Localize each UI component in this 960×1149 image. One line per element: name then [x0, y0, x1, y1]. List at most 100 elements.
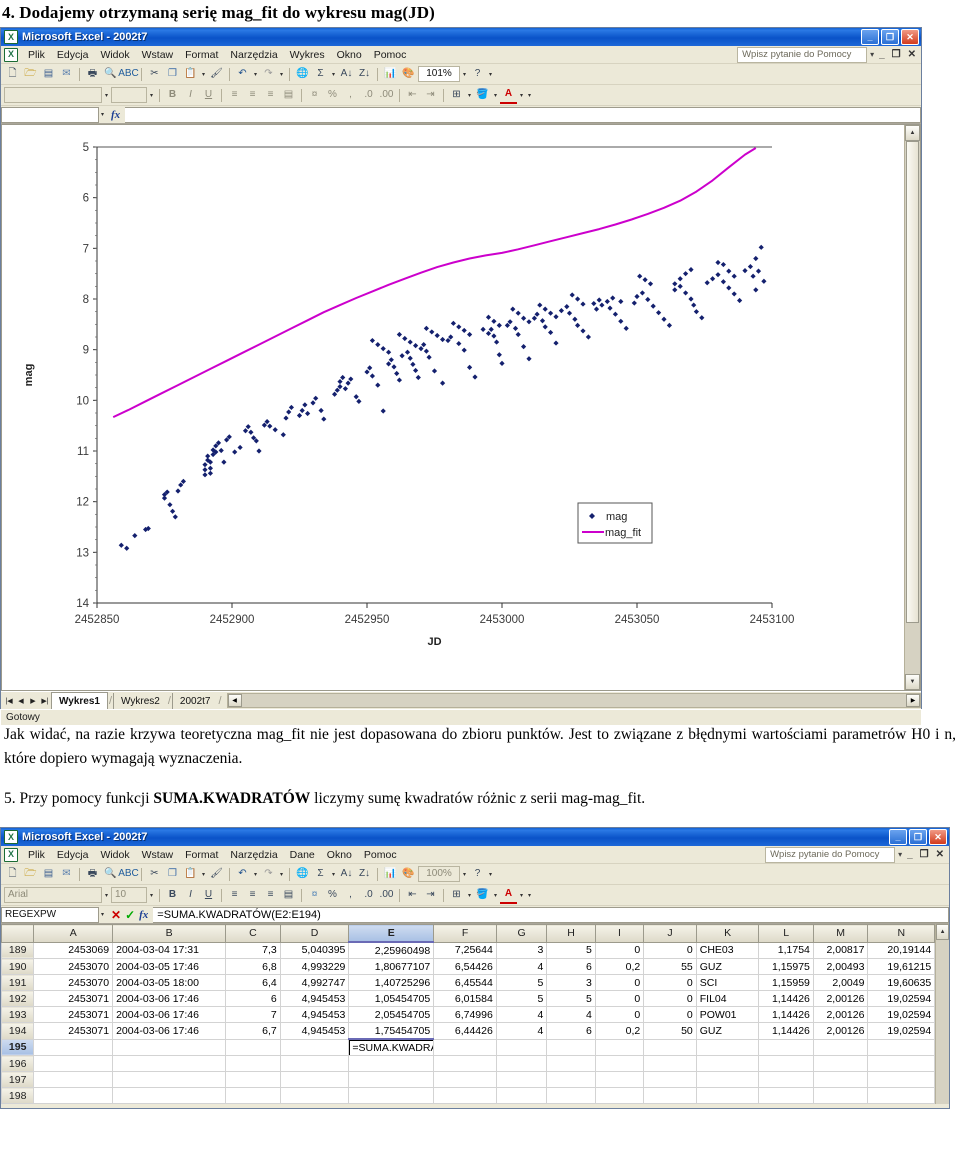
cell-K192[interactable]: FIL04 — [695, 990, 760, 1008]
cell-L198[interactable] — [758, 1087, 814, 1105]
doc-close-button[interactable]: ✕ — [906, 49, 918, 60]
cell-J193[interactable]: 0 — [643, 1006, 697, 1024]
font-size-box[interactable]: 10 — [111, 887, 147, 904]
font-color-dropdown-icon[interactable]: ▾ — [518, 92, 525, 99]
zoom-dropdown-icon[interactable]: ▾ — [461, 71, 468, 78]
cell-K195[interactable] — [695, 1038, 760, 1057]
cell-F196[interactable] — [433, 1055, 497, 1073]
cell-K190[interactable]: GUZ — [695, 958, 760, 976]
merge-cells-icon[interactable]: ▤ — [280, 887, 297, 903]
cell-D190[interactable]: 4,993229 — [279, 958, 350, 976]
name-box[interactable] — [1, 106, 99, 123]
font-size-box[interactable] — [111, 87, 147, 103]
open-icon[interactable]: 🗁 — [22, 866, 39, 882]
cell-L194[interactable]: 1,14426 — [758, 1022, 814, 1040]
toolbar-overflow-icon[interactable]: ▾ — [487, 871, 494, 878]
cell-J194[interactable]: 50 — [643, 1022, 697, 1040]
italic-icon[interactable]: I — [182, 887, 199, 903]
cell-D193[interactable]: 4,945453 — [279, 1006, 350, 1024]
scroll-up-icon[interactable]: ▲ — [936, 924, 949, 941]
cell-I191[interactable]: 0 — [594, 974, 645, 992]
cell-H196[interactable] — [546, 1055, 596, 1073]
cell-M197[interactable] — [812, 1071, 869, 1089]
name-box-dropdown-icon[interactable]: ▾ — [99, 111, 106, 118]
row-header-198[interactable]: 198 — [0, 1087, 35, 1105]
underline-icon[interactable]: U — [200, 87, 217, 103]
cell-C191[interactable]: 6,4 — [225, 974, 281, 992]
corner-select-all[interactable] — [0, 924, 35, 943]
restore-button[interactable]: ❐ — [909, 829, 927, 846]
paste-dropdown-icon[interactable]: ▾ — [200, 71, 207, 78]
zoom-box[interactable]: 101% — [418, 66, 460, 82]
chart-wizard-icon[interactable]: 📊 — [382, 866, 399, 882]
cell-L196[interactable] — [758, 1055, 814, 1073]
decrease-decimal-icon[interactable]: .00 — [378, 887, 395, 903]
cell-G192[interactable]: 5 — [495, 990, 548, 1008]
cell-I192[interactable]: 0 — [594, 990, 645, 1008]
minimize-button[interactable]: _ — [861, 29, 879, 45]
paste-dropdown-icon[interactable]: ▾ — [200, 871, 207, 878]
cell-D195[interactable] — [279, 1038, 350, 1057]
row-header-192[interactable]: 192 — [0, 990, 35, 1008]
cell-H193[interactable]: 4 — [546, 1006, 596, 1024]
sheet-tab-wykres1[interactable]: Wykres1 — [51, 692, 108, 709]
currency-icon[interactable]: ¤ — [306, 87, 323, 103]
cell-A190[interactable]: 2453070 — [33, 958, 114, 976]
cell-N193[interactable]: 19,02594 — [867, 1006, 936, 1024]
paste-icon[interactable]: 📋 — [182, 866, 199, 882]
cell-F198[interactable] — [433, 1087, 497, 1105]
align-center-icon[interactable]: ≡ — [244, 887, 261, 903]
drawing-icon[interactable]: 🎨 — [400, 866, 417, 882]
align-right-icon[interactable]: ≡ — [262, 887, 279, 903]
font-name-box[interactable] — [4, 87, 102, 103]
align-left-icon[interactable]: ≡ — [226, 887, 243, 903]
cell-N195[interactable] — [867, 1038, 936, 1057]
menu-wstaw[interactable]: Wstaw — [136, 48, 180, 62]
first-sheet-icon[interactable]: |◀ — [3, 694, 15, 707]
cell-E196[interactable] — [348, 1055, 435, 1073]
cell-B190[interactable]: 2004-03-05 17:46 — [112, 958, 227, 976]
cell-N194[interactable]: 19,02594 — [867, 1022, 936, 1040]
redo-icon[interactable]: ↷ — [260, 66, 277, 82]
menu-edycja[interactable]: Edycja — [51, 848, 95, 862]
cell-N197[interactable] — [867, 1071, 936, 1089]
cell-F193[interactable]: 6,74996 — [433, 1006, 497, 1024]
cell-K193[interactable]: POW01 — [695, 1006, 760, 1024]
merge-cells-icon[interactable]: ▤ — [280, 87, 297, 103]
chevron-down-icon[interactable]: ▾ — [898, 850, 902, 859]
cell-I190[interactable]: 0,2 — [594, 958, 645, 976]
cell-D192[interactable]: 4,945453 — [279, 990, 350, 1008]
column-header-i[interactable]: I — [594, 924, 645, 943]
cell-C193[interactable]: 7 — [225, 1006, 281, 1024]
fill-color-dropdown-icon[interactable]: ▾ — [492, 892, 499, 899]
cell-H194[interactable]: 6 — [546, 1022, 596, 1040]
cell-J192[interactable]: 0 — [643, 990, 697, 1008]
cell-N198[interactable] — [867, 1087, 936, 1105]
menu-format[interactable]: Format — [179, 48, 224, 62]
scroll-left-icon[interactable]: ◀ — [227, 694, 242, 707]
email-icon[interactable]: ✉ — [58, 866, 75, 882]
cell-H189[interactable]: 5 — [546, 941, 596, 960]
currency-icon[interactable]: ¤ — [306, 887, 323, 903]
hyperlink-icon[interactable]: 🌐 — [294, 66, 311, 82]
print-preview-icon[interactable]: 🔍 — [102, 866, 119, 882]
cell-K198[interactable] — [695, 1087, 760, 1105]
font-name-dropdown-icon[interactable]: ▾ — [103, 92, 110, 99]
cell-L197[interactable] — [758, 1071, 814, 1089]
cell-B194[interactable]: 2004-03-06 17:46 — [112, 1022, 227, 1040]
align-left-icon[interactable]: ≡ — [226, 87, 243, 103]
last-sheet-icon[interactable]: ▶| — [39, 694, 51, 707]
cell-M189[interactable]: 2,00817 — [812, 941, 869, 960]
align-center-icon[interactable]: ≡ — [244, 87, 261, 103]
cut-icon[interactable]: ✂ — [146, 866, 163, 882]
table-row[interactable]: 191 2453070 2004-03-05 18:00 6,4 4,992747 1,4… — [0, 974, 936, 992]
cell-I198[interactable] — [594, 1087, 645, 1105]
cell-J195[interactable] — [643, 1038, 697, 1057]
paste-icon[interactable]: 📋 — [182, 66, 199, 82]
cell-D191[interactable]: 4,992747 — [279, 974, 350, 992]
bold-icon[interactable]: B — [164, 887, 181, 903]
column-header-e[interactable]: E — [348, 924, 435, 943]
cell-J189[interactable]: 0 — [643, 941, 697, 960]
font-color-icon[interactable]: A — [500, 886, 517, 905]
cell-C197[interactable] — [225, 1071, 281, 1089]
